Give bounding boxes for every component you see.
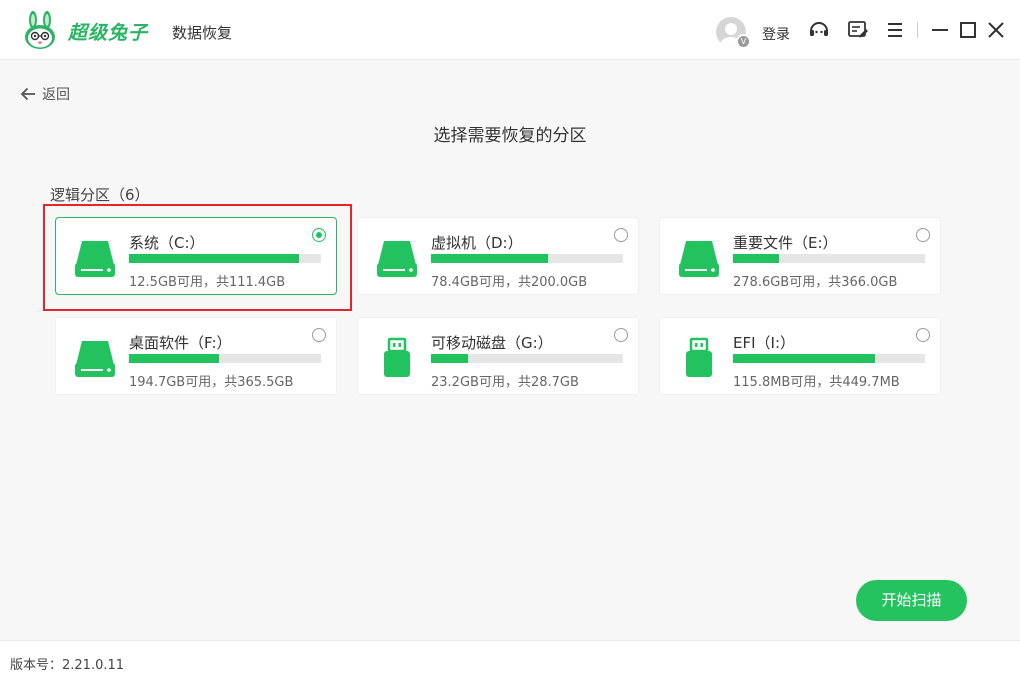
partition-card[interactable]: 虚拟机（D:） 78.4GB可用，共200.0GB — [357, 217, 639, 295]
partition-size: 78.4GB可用，共200.0GB — [431, 275, 588, 290]
usage-bar — [431, 354, 623, 363]
usage-bar-fill — [431, 254, 548, 263]
section-label: 逻辑分区（6） — [50, 186, 150, 204]
hard-drive-icon — [75, 241, 115, 277]
partition-radio[interactable] — [916, 328, 930, 342]
partition-size: 12.5GB可用，共111.4GB — [129, 275, 286, 290]
partition-card[interactable]: 重要文件（E:） 278.6GB可用，共366.0GB — [659, 217, 941, 295]
partition-card[interactable]: 系统（C:） 12.5GB可用，共111.4GB — [55, 217, 337, 295]
usage-bar-fill — [733, 254, 779, 263]
minimize-icon[interactable] — [928, 18, 952, 42]
rabbit-logo-icon — [25, 11, 55, 49]
usb-drive-icon — [686, 337, 712, 377]
usage-bar-fill — [431, 354, 468, 363]
close-icon[interactable] — [984, 18, 1008, 42]
partition-radio[interactable] — [916, 228, 930, 242]
login-link[interactable]: 登录 — [762, 24, 790, 44]
partition-card[interactable]: 桌面软件（F:） 194.7GB可用，共365.5GB — [55, 317, 337, 395]
maximize-icon[interactable] — [956, 18, 980, 42]
customer-service-icon[interactable] — [807, 18, 831, 42]
usage-bar-fill — [129, 354, 219, 363]
hard-drive-icon — [75, 341, 115, 377]
hard-drive-icon — [679, 241, 719, 277]
start-scan-button[interactable]: 开始扫描 — [856, 580, 967, 621]
footer: 版本号：2.21.0.11 — [0, 640, 1020, 680]
menu-icon[interactable] — [883, 18, 907, 42]
partition-name: 虚拟机（D:） — [431, 234, 523, 252]
partition-name: 可移动磁盘（G:） — [431, 334, 553, 352]
usage-bar-fill — [129, 254, 300, 263]
page-title: 选择需要恢复的分区 — [433, 126, 587, 146]
partition-card[interactable]: 可移动磁盘（G:） 23.2GB可用，共28.7GB — [357, 317, 639, 395]
usage-bar — [733, 354, 925, 363]
feedback-icon[interactable] — [846, 18, 870, 42]
partition-size: 194.7GB可用，共365.5GB — [129, 375, 294, 390]
partition-radio[interactable] — [312, 328, 326, 342]
titlebar-divider — [917, 22, 918, 38]
usage-bar — [431, 254, 623, 263]
usage-bar — [733, 254, 925, 263]
back-label: 返回 — [42, 87, 70, 103]
title-bar: 超级兔子 数据恢复 V 登录 — [0, 0, 1020, 60]
usage-bar — [129, 254, 321, 263]
partition-radio[interactable] — [312, 228, 326, 242]
partition-name: EFI（I:） — [733, 334, 796, 352]
partition-size: 278.6GB可用，共366.0GB — [733, 275, 898, 290]
brand-subtitle: 数据恢复 — [172, 24, 233, 42]
partition-card[interactable]: EFI（I:） 115.8MB可用，共449.7MB — [659, 317, 941, 395]
vip-badge: V — [736, 34, 751, 49]
partition-radio[interactable] — [614, 328, 628, 342]
partition-radio[interactable] — [614, 228, 628, 242]
partition-name: 系统（C:） — [129, 234, 205, 252]
hard-drive-icon — [377, 241, 417, 277]
partition-size: 23.2GB可用，共28.7GB — [431, 375, 579, 390]
brand-name: 超级兔子 — [68, 22, 149, 44]
usb-drive-icon — [384, 337, 410, 377]
partition-size: 115.8MB可用，共449.7MB — [733, 375, 900, 390]
back-button[interactable]: 返回 — [20, 84, 70, 104]
usage-bar-fill — [733, 354, 876, 363]
partition-name: 桌面软件（F:） — [129, 334, 232, 352]
arrow-left-icon — [20, 87, 35, 101]
usage-bar — [129, 354, 321, 363]
version-label: 版本号：2.21.0.11 — [10, 658, 125, 673]
partition-name: 重要文件（E:） — [733, 234, 838, 252]
